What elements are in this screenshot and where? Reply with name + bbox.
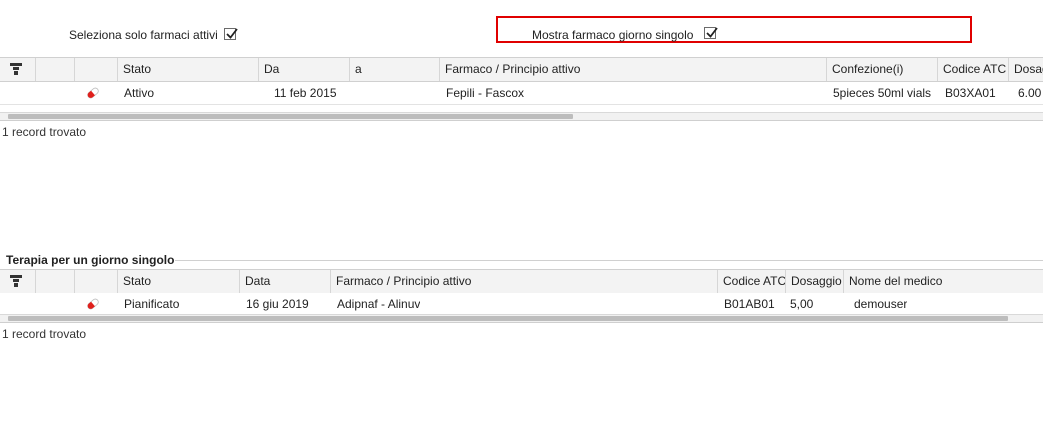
column-da[interactable]: Da	[259, 58, 350, 81]
pill-icon	[87, 298, 99, 310]
column-dosaggio[interactable]: Dosaggio	[786, 270, 844, 293]
column-icon[interactable]	[75, 270, 118, 293]
row-farmaco: Adipnaf - Alinuv	[337, 297, 421, 311]
single-day-label: Mostra farmaco giorno singolo	[532, 28, 694, 42]
check-icon	[226, 28, 238, 39]
column-dosaggio[interactable]: Dosag	[1009, 58, 1043, 81]
therapy-record-count: 1 record trovato	[2, 125, 87, 139]
section-divider	[175, 260, 1043, 261]
single-day-record-count: 1 record trovato	[2, 327, 87, 341]
row-atc: B03XA01	[945, 86, 996, 100]
scrollbar-thumb[interactable]	[8, 316, 1008, 321]
therapy-table-header: Stato Da a Farmaco / Principio attivo Co…	[0, 57, 1043, 82]
therapy-horizontal-scrollbar[interactable]	[0, 112, 1043, 121]
check-icon	[706, 27, 718, 38]
row-confezione: 5pieces 50ml vials	[833, 86, 932, 100]
row-stato: Attivo	[124, 86, 155, 100]
table-row[interactable]: Pianificato 16 giu 2019 Adipnaf - Alinuv…	[0, 293, 1043, 316]
single-day-title: Terapia per un giorno singolo	[6, 253, 175, 267]
column-stato[interactable]: Stato	[118, 58, 259, 81]
column-data[interactable]: Data	[240, 270, 331, 293]
active-only-label: Seleziona solo farmaci attivi	[69, 28, 218, 42]
column-empty[interactable]	[36, 270, 75, 293]
column-stato[interactable]: Stato	[118, 270, 240, 293]
table-row[interactable]: Attivo 11 feb 2015 Fepili - Fascox 5piec…	[0, 82, 1043, 105]
column-icon[interactable]	[75, 58, 118, 81]
column-chooser-icon[interactable]	[0, 270, 36, 293]
row-dosaggio: 5,00	[790, 297, 814, 311]
row-stato: Pianificato	[124, 297, 180, 311]
column-empty[interactable]	[36, 58, 75, 81]
single-day-checkbox[interactable]	[704, 27, 718, 39]
row-atc: B01AB01	[724, 297, 775, 311]
column-a[interactable]: a	[350, 58, 440, 81]
column-medico[interactable]: Nome del medico	[844, 270, 1043, 293]
row-medico: demouser	[854, 297, 908, 311]
column-codice-atc[interactable]: Codice ATC	[718, 270, 786, 293]
scrollbar-thumb[interactable]	[8, 114, 573, 119]
column-farmaco[interactable]: Farmaco / Principio attivo	[331, 270, 718, 293]
column-codice-atc[interactable]: Codice ATC	[938, 58, 1009, 81]
single-day-table-header: Stato Data Farmaco / Principio attivo Co…	[0, 269, 1043, 294]
active-only-checkbox[interactable]	[224, 28, 238, 40]
row-da: 11 feb 2015	[274, 86, 337, 100]
column-chooser-icon[interactable]	[0, 58, 36, 81]
pill-icon	[87, 87, 99, 99]
single-day-horizontal-scrollbar[interactable]	[0, 314, 1043, 323]
row-dosaggio: 6.00	[1018, 86, 1042, 100]
column-farmaco[interactable]: Farmaco / Principio attivo	[440, 58, 827, 81]
column-confezione[interactable]: Confezione(i)	[827, 58, 938, 81]
row-farmaco: Fepili - Fascox	[446, 86, 525, 100]
row-data: 16 giu 2019	[246, 297, 309, 311]
